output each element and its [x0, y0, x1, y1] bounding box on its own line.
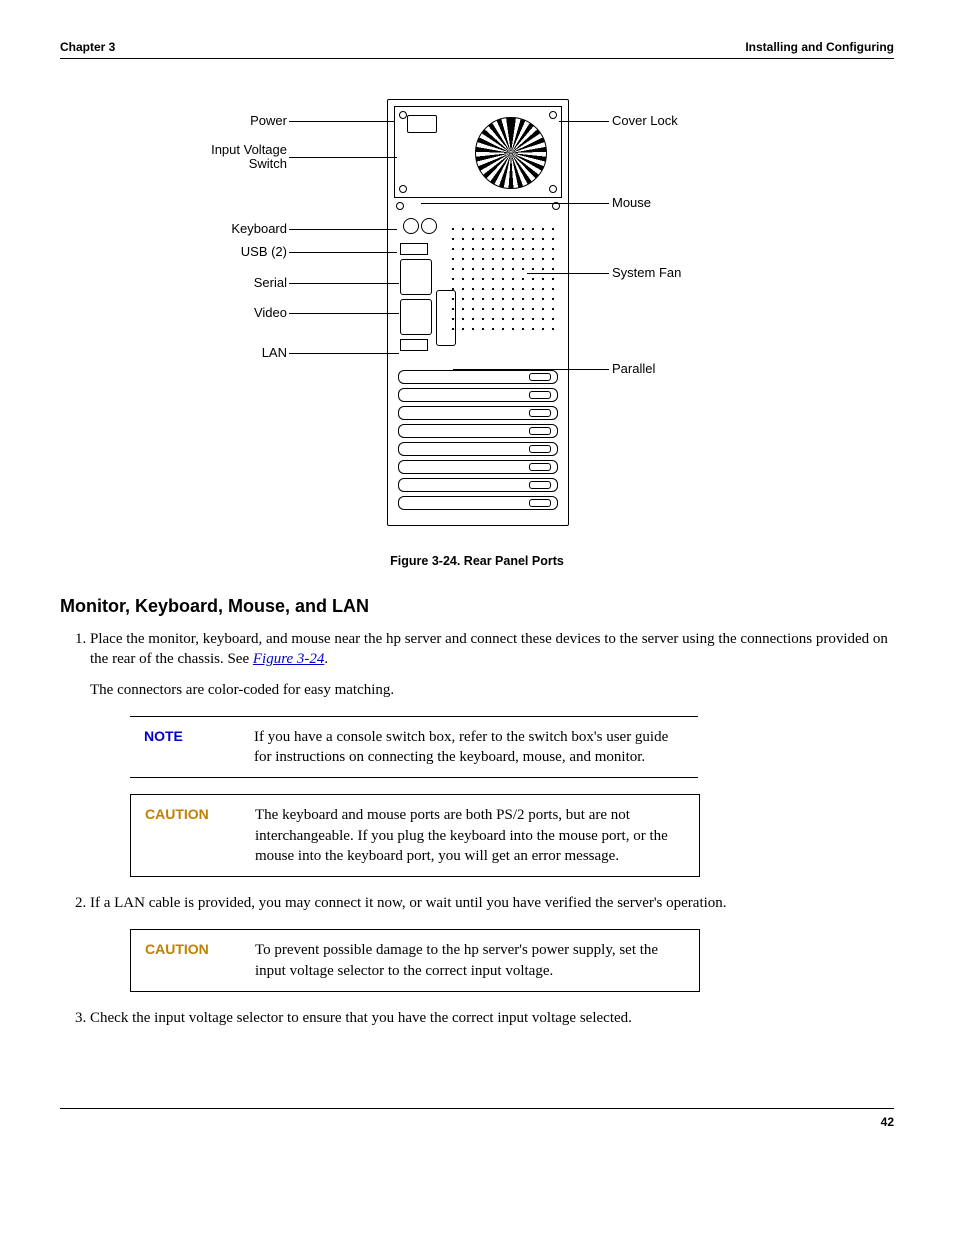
step-2-text: If a LAN cable is provided, you may conn… [90, 895, 727, 911]
header-left: Chapter 3 [60, 40, 115, 54]
step-1-text-b: . [324, 651, 328, 667]
step-3-text: Check the input voltage selector to ensu… [90, 1010, 632, 1026]
step-1-text-a: Place the monitor, keyboard, and mouse n… [90, 631, 888, 667]
label-video: Video [197, 305, 287, 320]
label-keyboard: Keyboard [197, 221, 287, 236]
section-heading: Monitor, Keyboard, Mouse, and LAN [60, 596, 894, 617]
figure-reference-link[interactable]: Figure 3-24 [253, 651, 325, 667]
label-input-voltage: Input VoltageSwitch [197, 143, 287, 172]
figure-caption: Figure 3-24. Rear Panel Ports [60, 554, 894, 568]
step-2: If a LAN cable is provided, you may conn… [90, 893, 894, 992]
note-box: NOTE If you have a console switch box, r… [130, 716, 698, 779]
label-power: Power [197, 113, 287, 128]
caution-text-2: To prevent possible damage to the hp ser… [255, 940, 685, 981]
label-lan: LAN [197, 345, 287, 360]
figure-rear-panel: Power Input VoltageSwitch Keyboard USB (… [60, 99, 894, 568]
caution-box-2: CAUTION To prevent possible damage to th… [130, 929, 700, 992]
caution-label-2: CAUTION [145, 940, 225, 981]
header-right: Installing and Configuring [745, 40, 894, 54]
note-text: If you have a console switch box, refer … [254, 727, 684, 768]
page-header: Chapter 3 Installing and Configuring [60, 40, 894, 59]
label-cover-lock: Cover Lock [612, 113, 678, 128]
chassis-outline [387, 99, 569, 526]
page-footer: 42 [60, 1108, 894, 1129]
step-1-extra: The connectors are color-coded for easy … [90, 680, 894, 700]
caution-text-1: The keyboard and mouse ports are both PS… [255, 805, 685, 866]
procedure-list: Place the monitor, keyboard, and mouse n… [90, 629, 894, 1028]
caution-label-1: CAUTION [145, 805, 225, 866]
page-number: 42 [881, 1115, 894, 1129]
label-system-fan: System Fan [612, 265, 681, 280]
label-usb: USB (2) [197, 244, 287, 259]
label-parallel: Parallel [612, 361, 655, 376]
label-serial: Serial [197, 275, 287, 290]
step-3: Check the input voltage selector to ensu… [90, 1008, 894, 1028]
note-label: NOTE [144, 727, 224, 768]
caution-box-1: CAUTION The keyboard and mouse ports are… [130, 794, 700, 877]
step-1: Place the monitor, keyboard, and mouse n… [90, 629, 894, 877]
label-mouse: Mouse [612, 195, 651, 210]
